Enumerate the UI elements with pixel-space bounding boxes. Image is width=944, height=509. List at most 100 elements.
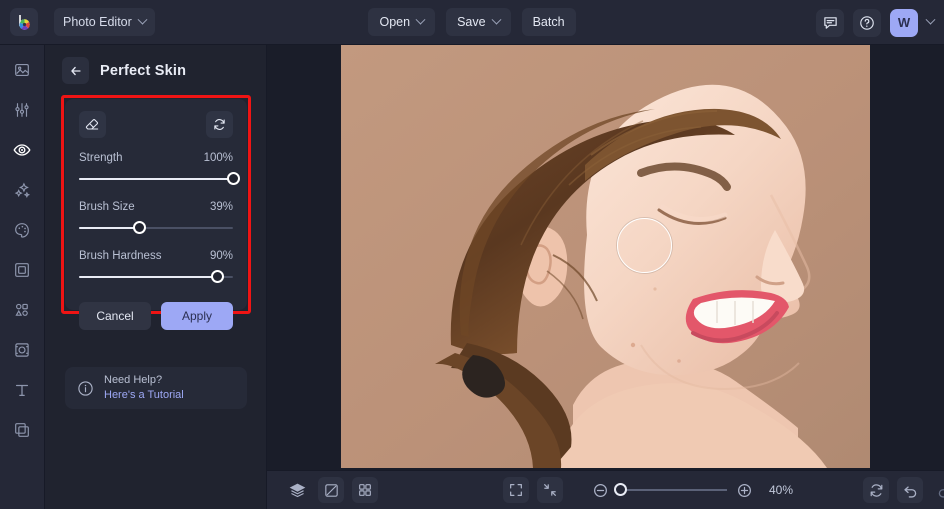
slider-brush-size-value: 39%: [209, 201, 233, 213]
frame-icon: [15, 263, 29, 277]
slider-strength-knob[interactable]: [226, 172, 240, 185]
app-selector[interactable]: Photo Editor: [54, 8, 155, 36]
top-bar: Photo Editor Open Save Batch W: [0, 0, 944, 45]
slider-brush-hardness-knob[interactable]: [211, 270, 225, 283]
need-help-title: Need Help?: [104, 374, 163, 387]
sidebar-item-frame[interactable]: [7, 257, 37, 283]
card-tool-row: [79, 111, 233, 138]
slider-brush-size: Brush Size 39%: [79, 201, 233, 236]
need-help-text: Need Help? Here's a Tutorial: [104, 373, 184, 403]
slider-strength-value: 100%: [203, 152, 233, 164]
reset-button[interactable]: [206, 111, 233, 138]
tool-panel: Perfect Skin Strength 100% Brush Size 39…: [45, 45, 267, 509]
slider-brush-hardness: Brush Hardness 90%: [79, 250, 233, 285]
panel-back-button[interactable]: [62, 57, 89, 84]
batch-button[interactable]: Batch: [521, 8, 576, 36]
chevron-down-icon: [415, 14, 426, 25]
collapse-icon: [544, 484, 556, 496]
chevron-down-icon: [137, 14, 148, 25]
slider-strength-track[interactable]: [79, 171, 240, 187]
slider-track-fill: [79, 276, 218, 278]
slider-brush-hardness-label: Brush Hardness: [79, 250, 162, 262]
fullscreen-icon: [510, 484, 522, 496]
compare-icon: [324, 483, 338, 497]
eraser-tool-button[interactable]: [79, 111, 106, 138]
sidebar-item-image[interactable]: [7, 57, 37, 83]
app-logo[interactable]: [10, 8, 38, 36]
card-action-row: Cancel Apply: [79, 302, 233, 330]
zoom-slider[interactable]: [613, 483, 727, 497]
page-title: Perfect Skin: [100, 62, 187, 79]
sidebar-item-retouch[interactable]: [7, 137, 37, 163]
left-tool-rail: [0, 45, 45, 509]
eraser-icon: [85, 119, 99, 130]
sidebar-item-adjust[interactable]: [7, 97, 37, 123]
feedback-button[interactable]: [816, 8, 844, 37]
color-wheel-logo-icon: [18, 14, 30, 30]
undo-button[interactable]: [897, 477, 923, 503]
slider-brush-hardness-track[interactable]: [79, 269, 233, 285]
slider-brush-size-label: Brush Size: [79, 201, 135, 213]
help-button[interactable]: [853, 8, 881, 37]
zoom-out-button[interactable]: [587, 477, 613, 503]
sidebar-item-layers[interactable]: [7, 417, 37, 443]
cancel-button[interactable]: Cancel: [79, 302, 151, 330]
slider-strength-labels: Strength 100%: [79, 152, 233, 164]
question-circle-icon: [860, 15, 874, 30]
eye-retouch-icon: [13, 144, 31, 156]
sidebar-item-resize[interactable]: [7, 337, 37, 363]
avatar[interactable]: W: [890, 8, 918, 37]
slider-brush-size-labels: Brush Size 39%: [79, 201, 233, 213]
redo-button[interactable]: [931, 477, 944, 503]
layers-icon: [289, 483, 305, 497]
arrow-left-icon: [70, 66, 81, 75]
rotate-button[interactable]: [863, 477, 889, 503]
panel-header: Perfect Skin: [45, 45, 266, 84]
sidebar-item-effects[interactable]: [7, 177, 37, 203]
slider-brush-hardness-value: 90%: [209, 250, 233, 262]
open-button[interactable]: Open: [368, 8, 436, 36]
sidebar-item-color[interactable]: [7, 217, 37, 243]
layers-button[interactable]: [284, 477, 310, 503]
save-button-label: Save: [457, 15, 486, 29]
slider-brush-hardness-labels: Brush Hardness 90%: [79, 250, 233, 262]
top-bar-right-group: W: [816, 0, 936, 45]
sidebar-item-text[interactable]: [7, 377, 37, 403]
layers-copy-icon: [15, 423, 29, 437]
avatar-initial: W: [897, 15, 911, 30]
save-button[interactable]: Save: [446, 8, 511, 36]
zoom-slider-track: [617, 489, 727, 491]
palette-icon: [15, 223, 29, 238]
slider-brush-size-track[interactable]: [79, 220, 233, 236]
tutorial-link[interactable]: Here's a Tutorial: [104, 388, 184, 403]
zoom-out-icon: [593, 483, 607, 497]
zoom-in-icon: [737, 483, 751, 497]
reset-refresh-icon: [214, 119, 225, 130]
portrait-illustration: [341, 45, 870, 468]
compare-button[interactable]: [318, 477, 344, 503]
bottom-toolbar: 40%: [267, 470, 944, 509]
apply-button[interactable]: Apply: [161, 302, 233, 330]
image-icon: [15, 64, 29, 76]
account-chevron-down-icon[interactable]: [925, 14, 936, 25]
zoom-level-label: 40%: [769, 483, 794, 497]
need-help-card[interactable]: Need Help? Here's a Tutorial: [65, 367, 247, 409]
info-circle-icon: [78, 380, 93, 396]
app-selector-label: Photo Editor: [63, 15, 132, 29]
brush-cursor-circle[interactable]: [617, 218, 672, 273]
sidebar-item-shapes[interactable]: [7, 297, 37, 323]
sparkles-icon: [14, 181, 30, 198]
fit-screen-button[interactable]: [503, 477, 529, 503]
actual-size-button[interactable]: [537, 477, 563, 503]
shapes-icon: [15, 303, 28, 316]
slider-strength-label: Strength: [79, 152, 123, 164]
zoom-slider-knob[interactable]: [613, 483, 627, 496]
zoom-in-button[interactable]: [731, 477, 757, 503]
batch-button-label: Batch: [532, 15, 565, 29]
photo-image[interactable]: [341, 45, 870, 468]
slider-brush-size-knob[interactable]: [132, 221, 146, 234]
slider-track-fill: [79, 227, 140, 229]
grid-button[interactable]: [352, 477, 378, 503]
chevron-down-icon: [491, 14, 502, 25]
canvas-area[interactable]: [267, 45, 944, 470]
